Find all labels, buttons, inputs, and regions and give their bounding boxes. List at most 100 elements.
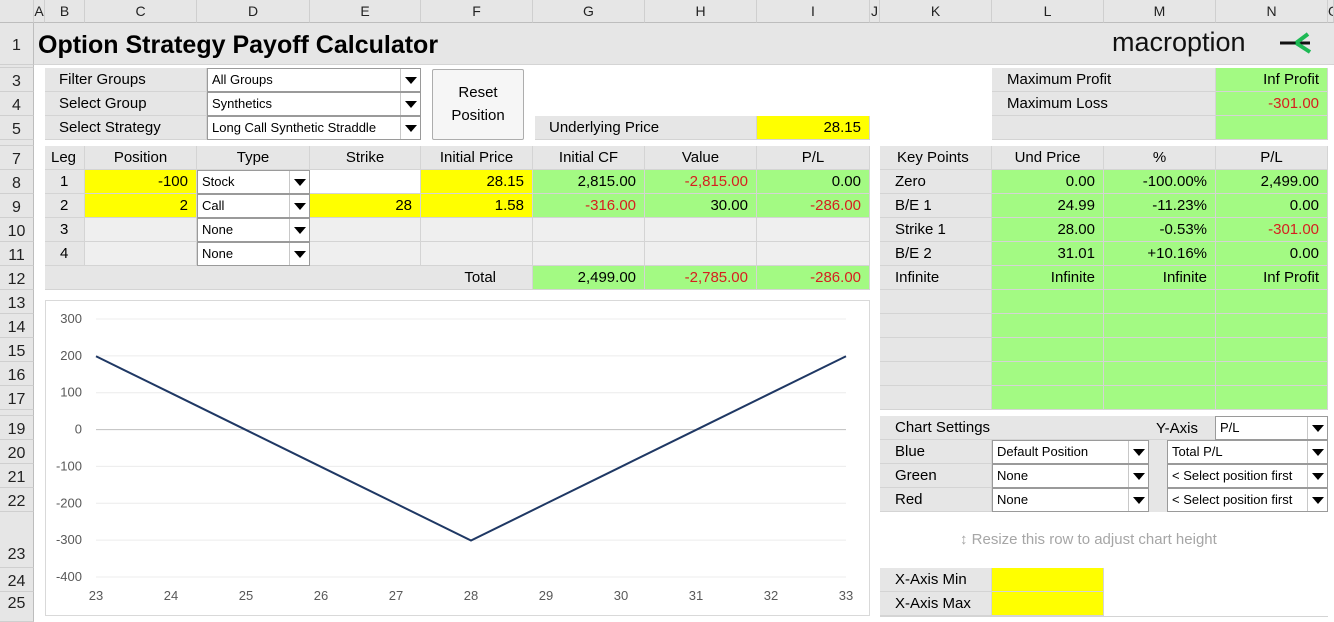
col-header-d[interactable]: D [197,0,310,23]
leg-1-type-dropdown[interactable]: Stock [197,170,310,194]
chevron-down-icon[interactable] [1307,441,1327,463]
col-header-a[interactable]: A [34,0,45,23]
col-header-h[interactable]: H [645,0,757,23]
leg-2-price-input[interactable]: 1.58 [421,194,533,218]
legs-header-strike: Strike [310,146,421,170]
x-axis-min-label: X-Axis Min [880,568,992,592]
col-header-o[interactable]: O [1328,0,1334,23]
col-header-j[interactable]: J [870,0,880,23]
col-header-k[interactable]: K [880,0,992,23]
row-header-5[interactable]: 5 [0,116,34,140]
leg-3-strike[interactable] [310,218,421,242]
payoff-chart[interactable]: 300 200 100 0 -100 -200 -300 -400 23 24 25 26 27 28 2… [45,300,870,616]
x-axis-max-input[interactable] [992,592,1104,616]
chevron-down-icon[interactable] [289,195,309,217]
leg-2-pl: -286.00 [757,194,870,218]
row-header-17[interactable]: 17 [0,386,34,410]
row-header-25[interactable]: 25 [0,592,34,622]
row-header-23[interactable]: 23 [0,512,34,568]
leg-2-strike-input[interactable]: 28 [310,194,421,218]
leg-2-type-value: Call [202,198,225,213]
underlying-price-input[interactable]: 28.15 [757,116,870,140]
key-point-be1-price: 24.99 [992,194,1104,218]
chevron-down-icon[interactable] [400,69,420,91]
filter-groups-dropdown[interactable]: All Groups [207,68,421,92]
col-header-f[interactable]: F [421,0,533,23]
leg-2-cf: -316.00 [533,194,645,218]
chevron-down-icon[interactable] [1128,465,1148,487]
chevron-down-icon[interactable] [289,171,309,193]
chevron-down-icon[interactable] [1128,489,1148,511]
chevron-down-icon[interactable] [289,219,309,241]
col-header-n[interactable]: N [1216,0,1328,23]
row-header-20[interactable]: 20 [0,440,34,464]
row-header-24[interactable]: 24 [0,568,34,592]
row-header-16[interactable]: 16 [0,362,34,386]
col-header-g[interactable]: G [533,0,645,23]
green-series-dropdown[interactable]: < Select position first [1167,464,1328,488]
payoff-chart-svg: 3002001000-100-200-300-400 23 24 25 26 27 28 2… [56,311,853,603]
leg-3-type-value: None [202,222,234,237]
chevron-down-icon[interactable] [1307,465,1327,487]
row-header-7[interactable]: 7 [0,146,34,170]
y-tick-label: -400 [56,569,82,584]
blue-series-dropdown[interactable]: Total P/L [1167,440,1328,464]
row-header-8[interactable]: 8 [0,170,34,194]
row-header-15[interactable]: 15 [0,338,34,362]
row-header-14[interactable]: 14 [0,314,34,338]
leg-3-cf [533,218,645,242]
row-header-21[interactable]: 21 [0,464,34,488]
chevron-down-icon[interactable] [1307,489,1327,511]
select-all-corner[interactable] [0,0,34,23]
select-strategy-dropdown[interactable]: Long Call Synthetic Straddle [207,116,421,140]
key-point-empty-cell [1216,362,1328,386]
leg-1-price-input[interactable]: 28.15 [421,170,533,194]
col-header-c[interactable]: C [85,0,197,23]
row-header-22[interactable]: 22 [0,488,34,512]
leg-4-price[interactable] [421,242,533,266]
leg-4-strike[interactable] [310,242,421,266]
row-header-19[interactable]: 19 [0,416,34,440]
blue-label: Blue [880,440,992,464]
leg-4-type-dropdown[interactable]: None [197,242,310,266]
leg-1-strike[interactable] [310,170,421,194]
col-header-b[interactable]: B [45,0,85,23]
red-position-dropdown[interactable]: None [992,488,1149,512]
leg-3-position[interactable] [85,218,197,242]
leg-3-price[interactable] [421,218,533,242]
leg-2-type-dropdown[interactable]: Call [197,194,310,218]
select-group-dropdown[interactable]: Synthetics [207,92,421,116]
leg-4-number: 4 [45,242,85,266]
chevron-down-icon[interactable] [400,117,420,139]
x-axis-min-input[interactable] [992,568,1104,592]
green-position-dropdown[interactable]: None [992,464,1149,488]
leg-1-position-input[interactable]: -100 [85,170,197,194]
chevron-down-icon[interactable] [400,93,420,115]
y-axis-dropdown[interactable]: P/L [1215,416,1328,440]
row-header-13[interactable]: 13 [0,290,34,314]
row-header-12[interactable]: 12 [0,266,34,290]
row-header-10[interactable]: 10 [0,218,34,242]
leg-4-value [645,242,757,266]
chevron-down-icon[interactable] [1307,417,1327,439]
row-header-9[interactable]: 9 [0,194,34,218]
col-header-m[interactable]: M [1104,0,1216,23]
row-header-3[interactable]: 3 [0,68,34,92]
leg-3-type-dropdown[interactable]: None [197,218,310,242]
key-point-zero-name: Zero [880,170,992,194]
chevron-down-icon[interactable] [1128,441,1148,463]
row-header-11[interactable]: 11 [0,242,34,266]
col-header-e[interactable]: E [310,0,421,23]
key-point-empty-name [880,362,992,386]
chevron-down-icon[interactable] [289,243,309,265]
row-header-1[interactable]: 1 [0,23,34,65]
leg-4-position[interactable] [85,242,197,266]
leg-2-position-input[interactable]: 2 [85,194,197,218]
reset-position-button[interactable]: Reset Position [432,69,524,140]
red-series-dropdown[interactable]: < Select position first [1167,488,1328,512]
col-header-i[interactable]: I [757,0,870,23]
blue-position-dropdown[interactable]: Default Position [992,440,1149,464]
key-point-empty-cell [1216,338,1328,362]
col-header-l[interactable]: L [992,0,1104,23]
row-header-4[interactable]: 4 [0,92,34,116]
